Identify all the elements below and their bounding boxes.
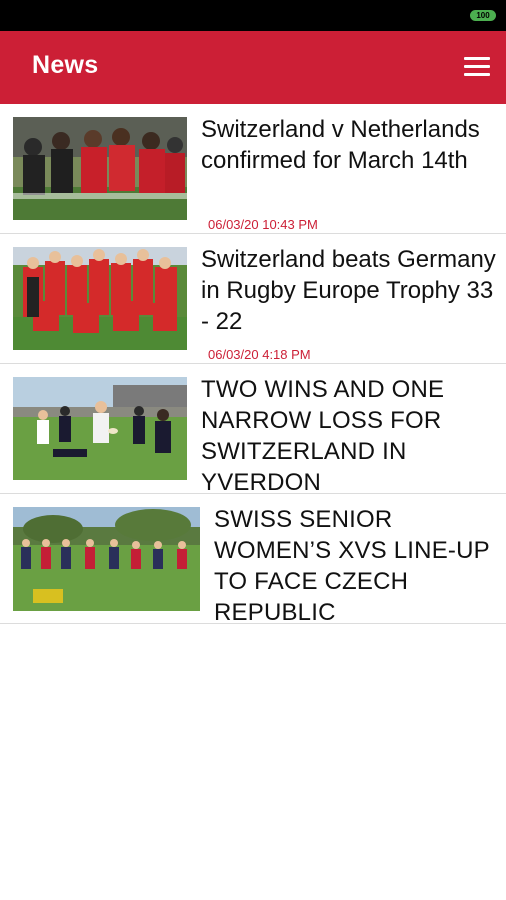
news-thumbnail [13, 247, 187, 350]
news-item[interactable]: Switzerland beats Germany in Rugby Europ… [0, 234, 506, 364]
news-date: 06/03/20 10:43 PM [208, 217, 318, 232]
news-thumbnail [13, 507, 200, 611]
news-headline[interactable]: Switzerland v Netherlands confirmed for … [201, 114, 497, 176]
news-thumbnail [13, 117, 187, 220]
app-bar: News [0, 31, 506, 104]
status-bar: 100 [0, 0, 506, 31]
news-headline[interactable]: Switzerland beats Germany in Rugby Europ… [201, 244, 497, 337]
news-thumbnail [13, 377, 187, 480]
news-item[interactable]: SWISS SENIOR WOMEN’S XVS LINE-UP TO FACE… [0, 494, 506, 624]
news-headline[interactable]: TWO WINS AND ONE NARROW LOSS FOR SWITZER… [201, 374, 497, 493]
news-date: 06/03/20 4:18 PM [208, 347, 311, 362]
battery-level: 100 [476, 11, 490, 20]
news-headline[interactable]: SWISS SENIOR WOMEN’S XVS LINE-UP TO FACE… [214, 504, 498, 623]
hamburger-menu-icon[interactable] [464, 55, 490, 79]
news-list: Switzerland v Netherlands confirmed for … [0, 104, 506, 624]
news-item[interactable]: Switzerland v Netherlands confirmed for … [0, 104, 506, 234]
page-title: News [32, 51, 99, 79]
battery-icon: 100 [470, 10, 496, 21]
news-item[interactable]: TWO WINS AND ONE NARROW LOSS FOR SWITZER… [0, 364, 506, 494]
